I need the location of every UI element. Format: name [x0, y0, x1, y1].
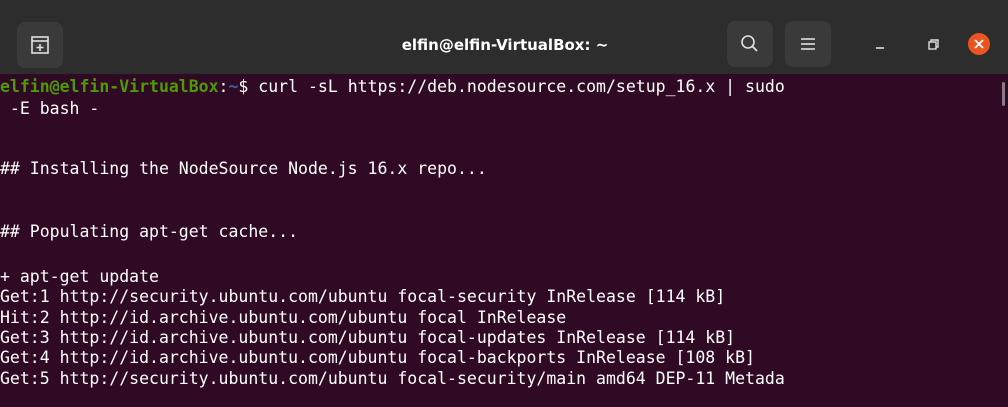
minimize-icon: [876, 47, 884, 49]
output-line: + apt-get update: [0, 267, 159, 286]
terminal-output[interactable]: elfin@elfin-VirtualBox:~$ curl -sL https…: [0, 74, 1008, 407]
close-button[interactable]: [956, 21, 1002, 67]
prompt-line: elfin@elfin-VirtualBox:~$ curl -sL https…: [0, 76, 785, 98]
output-line: Get:3 http://id.archive.ubuntu.com/ubunt…: [0, 328, 736, 347]
search-button[interactable]: [727, 21, 773, 67]
new-tab-icon: [31, 36, 49, 54]
prompt-symbol: $: [238, 77, 249, 96]
output-line: Get:4 http://id.archive.ubuntu.com/ubunt…: [0, 348, 755, 367]
prompt-path: ~: [228, 77, 239, 96]
scrollbar[interactable]: [1002, 82, 1005, 106]
prompt-separator: :: [218, 77, 229, 96]
maximize-button[interactable]: [910, 21, 956, 67]
output-line: Get:5 http://security.ubuntu.com/ubuntu …: [0, 369, 785, 388]
search-icon: [741, 35, 758, 52]
command-continuation: -E bash -: [0, 99, 100, 118]
minimize-button[interactable]: [857, 21, 903, 67]
title-bar: elfin@elfin-VirtualBox: ~: [0, 0, 1008, 74]
output-line: Get:1 http://security.ubuntu.com/ubuntu …: [0, 287, 726, 306]
menu-button[interactable]: [785, 21, 831, 67]
new-tab-button[interactable]: [17, 22, 63, 68]
output-line: ## Installing the NodeSource Node.js 16.…: [0, 159, 487, 178]
output-line: Hit:2 http://id.archive.ubuntu.com/ubunt…: [0, 308, 567, 327]
command-text: curl -sL https://deb.nodesource.com/setu…: [248, 77, 785, 96]
output-line: ## Populating apt-get cache...: [0, 222, 299, 241]
maximize-icon: [928, 39, 939, 50]
terminal-window: elfin@elfin-VirtualBox: ~ elfin@elfin-Vi…: [0, 0, 1008, 407]
prompt-user-host: elfin@elfin-VirtualBox: [0, 77, 219, 96]
close-icon: [968, 33, 990, 55]
window-title: elfin@elfin-VirtualBox: ~: [401, 36, 609, 54]
hamburger-menu-icon: [801, 38, 815, 50]
